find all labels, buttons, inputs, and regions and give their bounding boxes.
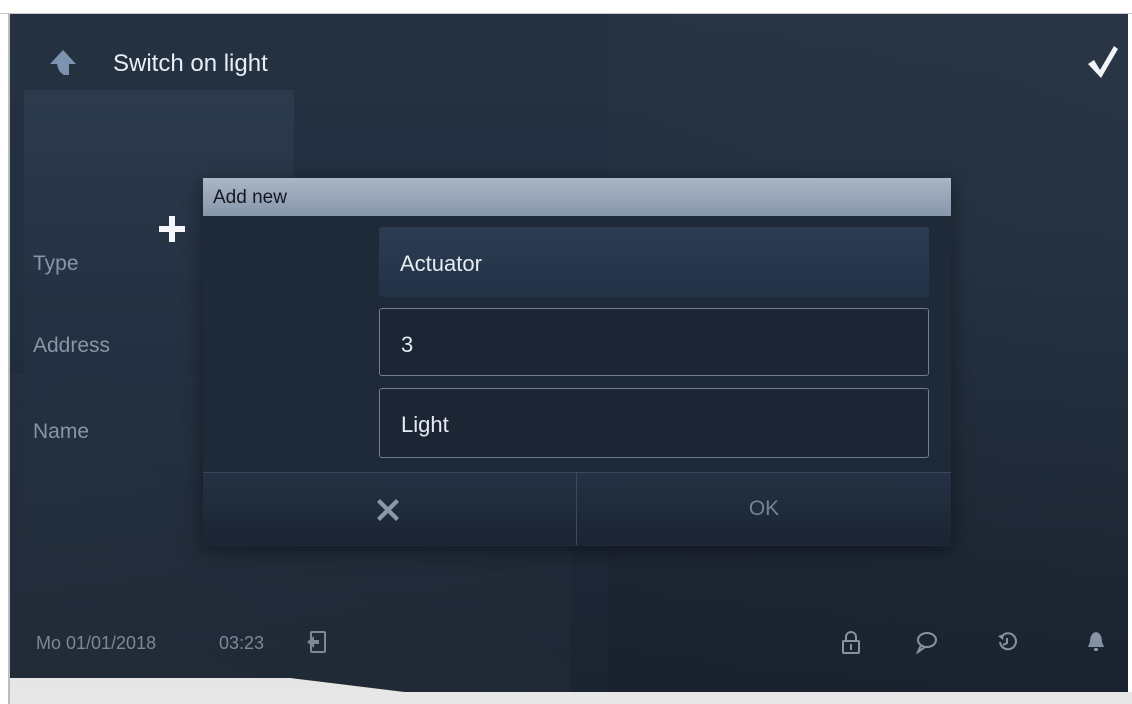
outer-frame-bottom <box>10 692 1132 704</box>
message-icon[interactable] <box>915 630 937 654</box>
checkmark-icon[interactable] <box>1086 44 1120 80</box>
title-bar: Switch on light <box>10 14 1128 90</box>
dialog-header: Add new <box>203 178 951 216</box>
address-field[interactable]: 3 <box>379 308 929 376</box>
arrow-up-left-icon[interactable] <box>48 48 78 78</box>
address-value: 3 <box>401 332 414 357</box>
ok-label: OK <box>748 497 780 520</box>
ok-button[interactable]: OK <box>577 473 951 545</box>
lock-icon[interactable] <box>840 630 862 654</box>
dialog-title: Add new <box>213 187 287 208</box>
history-icon[interactable] <box>996 630 1018 654</box>
plus-icon <box>159 216 185 242</box>
status-bar <box>10 622 1128 662</box>
outer-frame-top <box>0 0 1132 14</box>
cancel-button[interactable] <box>203 473 576 545</box>
type-value: Actuator <box>400 251 482 276</box>
name-label: Name <box>33 420 90 443</box>
status-date: Mo 01/01/2018 <box>36 633 157 653</box>
logout-icon <box>307 631 326 653</box>
name-field[interactable]: Light <box>379 388 929 458</box>
type-selector[interactable]: Actuator <box>379 227 929 297</box>
close-icon <box>377 499 399 521</box>
name-value: Light <box>401 412 449 437</box>
page-title: Switch on light <box>113 50 268 77</box>
device-screen: Switch on light Add new Type Actuator Ad… <box>10 14 1128 692</box>
type-label: Type <box>33 252 79 275</box>
address-label: Address <box>33 334 111 357</box>
status-time: 03:23 <box>219 633 265 653</box>
bell-icon[interactable] <box>1085 630 1107 654</box>
